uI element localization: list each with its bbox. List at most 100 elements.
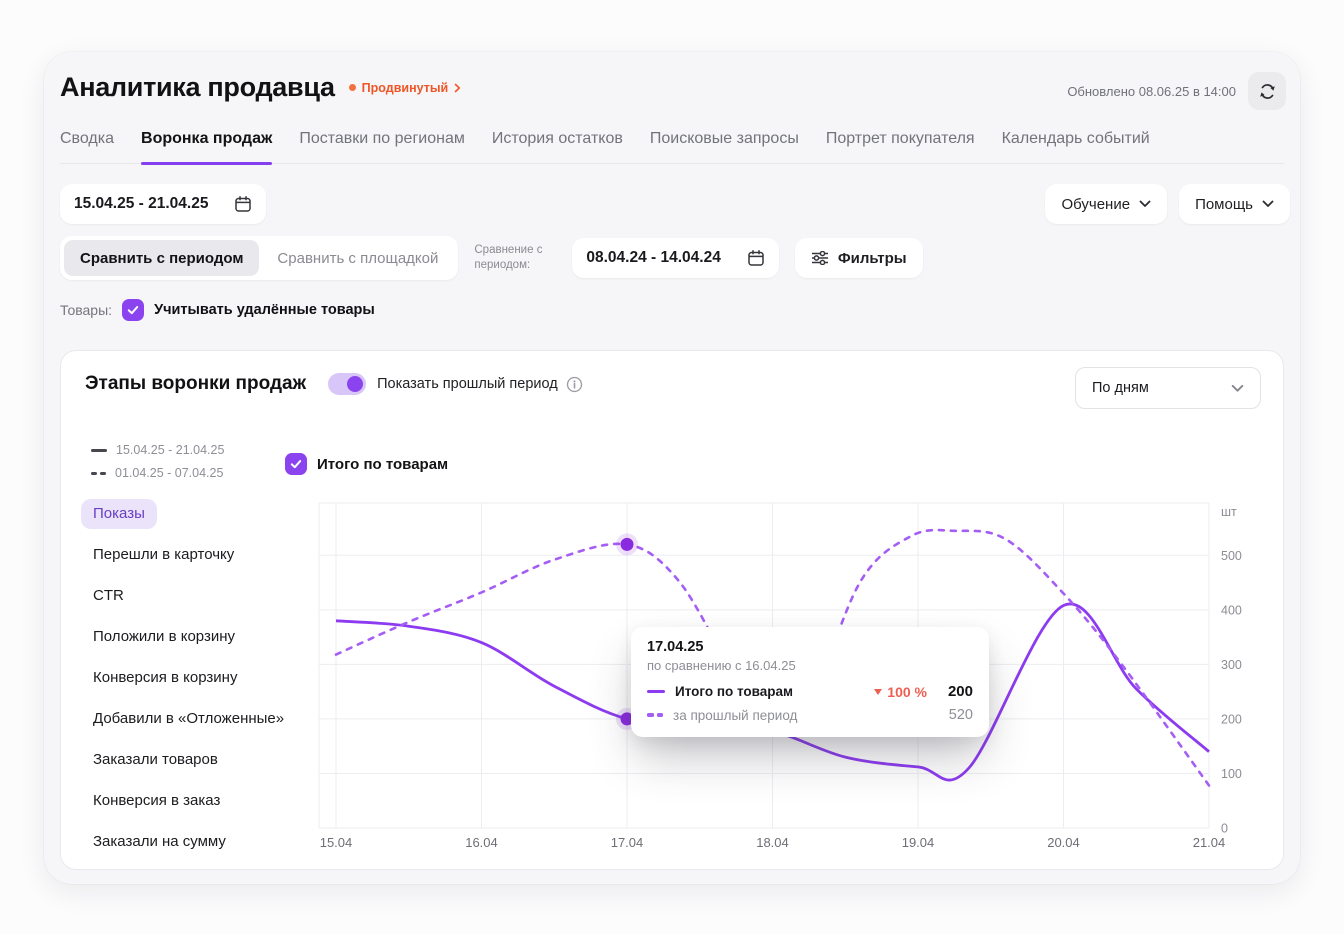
sliders-icon [811,251,829,265]
total-by-products-label: Итого по товарам [317,456,448,473]
refresh-icon [1258,82,1277,101]
tooltip-series-name: Итого по товарам [675,684,793,699]
chart-tooltip: 17.04.25 по сравнению с 16.04.25 Итого п… [631,627,989,737]
deleted-products-checkbox[interactable] [122,299,144,321]
updated-row: Обновлено 08.06.25 в 14:00 [1067,72,1286,110]
funnel-card: Этапы воронки продаж Показать прошлый пе… [60,350,1284,870]
compare-period-value: 08.04.24 - 14.04.24 [586,249,720,267]
metric-zakazali-na-summu[interactable]: Заказали на сумму [81,821,238,862]
toolbar-row: 15.04.25 - 21.04.25 Обучение Помощь [60,184,1290,224]
tooltip-row-current: Итого по товарам 100 % 200 [647,683,973,700]
compare-row: Сравнить с периодом Сравнить с площадкой… [60,236,923,280]
previous-period-toggle-label: Показать прошлый период [377,376,558,392]
svg-text:200: 200 [1221,712,1242,726]
tab-kalendar-sobytiy[interactable]: Календарь событий [1002,130,1150,163]
tooltip-date: 17.04.25 [647,639,973,655]
total-by-products-checkbox[interactable] [285,453,307,475]
help-button[interactable]: Помощь [1179,184,1290,224]
funnel-header: Этапы воронки продаж Показать прошлый пе… [85,373,583,395]
tab-postavki[interactable]: Поставки по регионам [299,130,465,163]
chevron-right-icon [454,83,461,93]
metric-dobavili-v-otlozhennye[interactable]: Добавили в «Отложенные» [81,698,296,739]
chart-legend: 15.04.25 - 21.04.25 01.04.25 - 07.04.25 [91,443,224,480]
segment-compare-period[interactable]: Сравнить с периодом [64,240,259,276]
metric-zakazali-tovarov[interactable]: Заказали товаров [81,739,230,780]
legend-current-period: 15.04.25 - 21.04.25 [91,443,224,457]
svg-text:300: 300 [1221,658,1242,672]
check-icon [289,457,303,471]
compare-period-datepicker[interactable]: 08.04.24 - 14.04.24 [572,238,778,278]
tooltip-rows: Итого по товарам 100 % 200 за прошлый пе… [647,683,973,723]
granularity-select[interactable]: По дням [1075,367,1261,409]
solid-line-swatch [647,690,665,694]
calendar-icon [747,249,765,267]
funnel-title: Этапы воронки продаж [85,373,306,395]
period-value: 15.04.25 - 21.04.25 [74,195,208,213]
previous-period-toggle[interactable] [328,373,366,395]
refresh-button[interactable] [1248,72,1286,110]
granularity-value: По дням [1092,380,1149,396]
tooltip-previous-value: 520 [939,707,973,723]
page-title: Аналитика продавца [60,72,335,103]
svg-text:0: 0 [1221,822,1228,836]
period-datepicker[interactable]: 15.04.25 - 21.04.25 [60,184,266,224]
plan-badge-label: Продвинутый [362,81,449,95]
tooltip-delta-value: 100 % [887,684,927,700]
total-by-products: Итого по товарам [285,453,448,475]
tooltip-current-value: 200 [939,683,973,700]
info-icon[interactable] [566,376,583,393]
triangle-down-icon [874,689,882,695]
y-axis-labels: шт 0 100 200 300 400 500 [1221,505,1242,836]
svg-text:17.04: 17.04 [611,835,644,850]
metric-pereshli-v-kartochku[interactable]: Перешли в карточку [81,534,246,575]
svg-text:21.04: 21.04 [1193,835,1226,850]
products-row: Товары: Учитывать удалённые товары [60,298,375,322]
compare-caption: Сравнение с периодом: [474,243,556,273]
chevron-down-icon [1262,200,1274,208]
filters-button[interactable]: Фильтры [795,238,923,278]
svg-text:100: 100 [1221,767,1242,781]
svg-text:20.04: 20.04 [1047,835,1080,850]
compare-segmented-control: Сравнить с периодом Сравнить с площадкой [60,236,458,280]
chevron-down-icon [1139,200,1151,208]
check-icon [126,303,140,317]
x-axis-labels: 15.0416.0417.0418.0419.0420.0421.04 [320,835,1226,850]
metric-konversiya-v-korzinu[interactable]: Конверсия в корзину [81,657,249,698]
header: Аналитика продавца Продвинутый [60,72,461,103]
tooltip-series-name: за прошлый период [673,708,797,723]
metric-ctr[interactable]: CTR [81,575,136,616]
legend-previous-label: 01.04.25 - 07.04.25 [115,466,223,480]
help-label: Помощь [1195,196,1253,213]
tab-portret-pokupatelya[interactable]: Портрет покупателя [826,130,975,163]
metric-pokazy[interactable]: Показы [81,499,157,529]
metric-polozhili-v-korzinu[interactable]: Положили в корзину [81,616,247,657]
dashed-line-swatch [647,713,663,717]
plan-badge[interactable]: Продвинутый [349,81,462,95]
tab-istoriya-ostatkov[interactable]: История остатков [492,130,623,163]
segment-compare-marketplace[interactable]: Сравнить с площадкой [261,240,454,276]
training-label: Обучение [1061,196,1130,213]
training-button[interactable]: Обучение [1045,184,1167,224]
metric-konversiya-v-zakaz[interactable]: Конверсия в заказ [81,780,232,821]
svg-text:19.04: 19.04 [902,835,935,850]
svg-text:400: 400 [1221,603,1242,617]
tab-voronka-prodazh[interactable]: Воронка продаж [141,130,272,163]
filters-label: Фильтры [838,250,907,267]
tooltip-delta: 100 % [874,684,927,700]
dashed-line-swatch [91,472,106,475]
svg-text:шт: шт [1221,505,1237,519]
solid-line-swatch [91,449,107,452]
products-label: Товары: [60,302,112,318]
funnel-metrics-list: Показы Перешли в карточку CTR Положили в… [81,493,296,862]
tooltip-row-previous: за прошлый период 520 [647,707,973,723]
legend-previous-period: 01.04.25 - 07.04.25 [91,466,224,480]
tab-poiskovye-zaprosy[interactable]: Поисковые запросы [650,130,799,163]
updated-text: Обновлено 08.06.25 в 14:00 [1067,84,1236,99]
toolbar-right: Обучение Помощь [1045,184,1290,224]
tab-svodka[interactable]: Сводка [60,130,114,163]
svg-text:500: 500 [1221,549,1242,563]
tooltip-compare-label: по сравнению с 16.04.25 [647,658,973,673]
calendar-icon [234,195,252,213]
deleted-products-label: Учитывать удалённые товары [154,302,375,318]
chevron-down-icon [1231,384,1244,393]
